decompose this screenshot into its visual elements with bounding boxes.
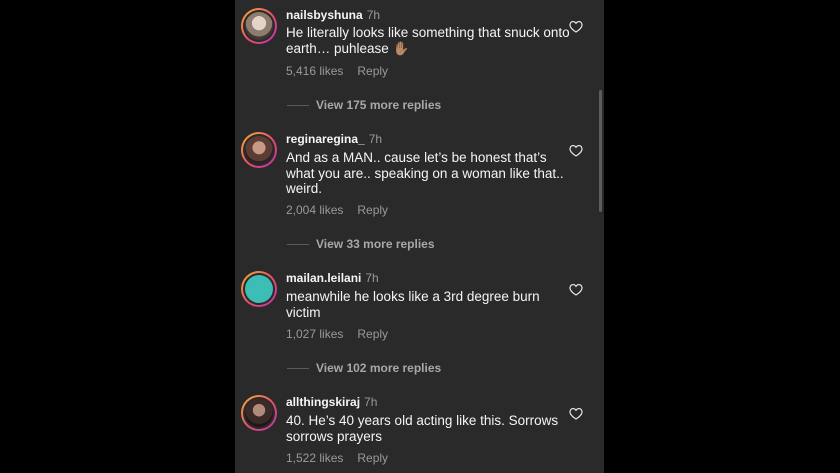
avatar[interactable] bbox=[241, 8, 277, 44]
replies-divider bbox=[287, 367, 309, 369]
replies-divider bbox=[287, 243, 309, 245]
reply-button[interactable]: Reply bbox=[357, 64, 388, 78]
profile-photo bbox=[245, 136, 273, 164]
heart-outline-icon[interactable] bbox=[569, 283, 583, 296]
view-replies-label: View 102 more replies bbox=[316, 361, 442, 375]
avatar[interactable] bbox=[241, 271, 277, 307]
comment-username[interactable]: allthingskiraj bbox=[286, 395, 360, 409]
view-replies-button[interactable]: View 33 more replies bbox=[287, 237, 435, 251]
comment-text: He literally looks like something that s… bbox=[286, 25, 570, 56]
avatar[interactable] bbox=[241, 132, 277, 168]
profile-photo bbox=[245, 399, 273, 427]
view-replies-button[interactable]: View 102 more replies bbox=[287, 361, 441, 375]
comments-panel: nailsbyshuna 7h He literally looks like s… bbox=[235, 0, 604, 473]
view-replies-button[interactable]: View 175 more replies bbox=[287, 98, 441, 112]
comment-username[interactable]: nailsbyshuna bbox=[286, 8, 363, 22]
profile-photo bbox=[245, 275, 273, 303]
heart-outline-icon[interactable] bbox=[569, 20, 583, 33]
comment-username[interactable]: reginaregina_ bbox=[286, 132, 365, 146]
profile-photo bbox=[245, 12, 273, 40]
likes-count[interactable]: 1,027 likes bbox=[286, 327, 343, 341]
comment-text: 40. He’s 40 years old acting like this. … bbox=[286, 413, 559, 444]
comment-time: 7h bbox=[364, 395, 378, 409]
likes-count[interactable]: 5,416 likes bbox=[286, 64, 343, 78]
comment-text: meanwhile he looks like a 3rd degree bur… bbox=[286, 289, 540, 320]
reply-button[interactable]: Reply bbox=[357, 451, 388, 465]
comment-time: 7h bbox=[366, 8, 381, 22]
avatar[interactable] bbox=[241, 395, 277, 431]
view-replies-label: View 33 more replies bbox=[316, 237, 435, 251]
comment-username[interactable]: mailan.leilani bbox=[286, 271, 361, 285]
reply-button[interactable]: Reply bbox=[357, 327, 388, 341]
comment-time: 7h bbox=[365, 271, 379, 285]
likes-count[interactable]: 2,004 likes bbox=[286, 203, 343, 217]
comment-text: And as a MAN.. cause let’s be honest tha… bbox=[286, 150, 564, 196]
comment-time: 7h bbox=[368, 132, 383, 146]
heart-outline-icon[interactable] bbox=[569, 407, 583, 420]
heart-outline-icon[interactable] bbox=[569, 144, 583, 157]
view-replies-label: View 175 more replies bbox=[316, 98, 442, 112]
replies-divider bbox=[287, 104, 309, 106]
scrollbar[interactable] bbox=[599, 90, 602, 212]
reply-button[interactable]: Reply bbox=[357, 203, 388, 217]
likes-count[interactable]: 1,522 likes bbox=[286, 451, 343, 465]
